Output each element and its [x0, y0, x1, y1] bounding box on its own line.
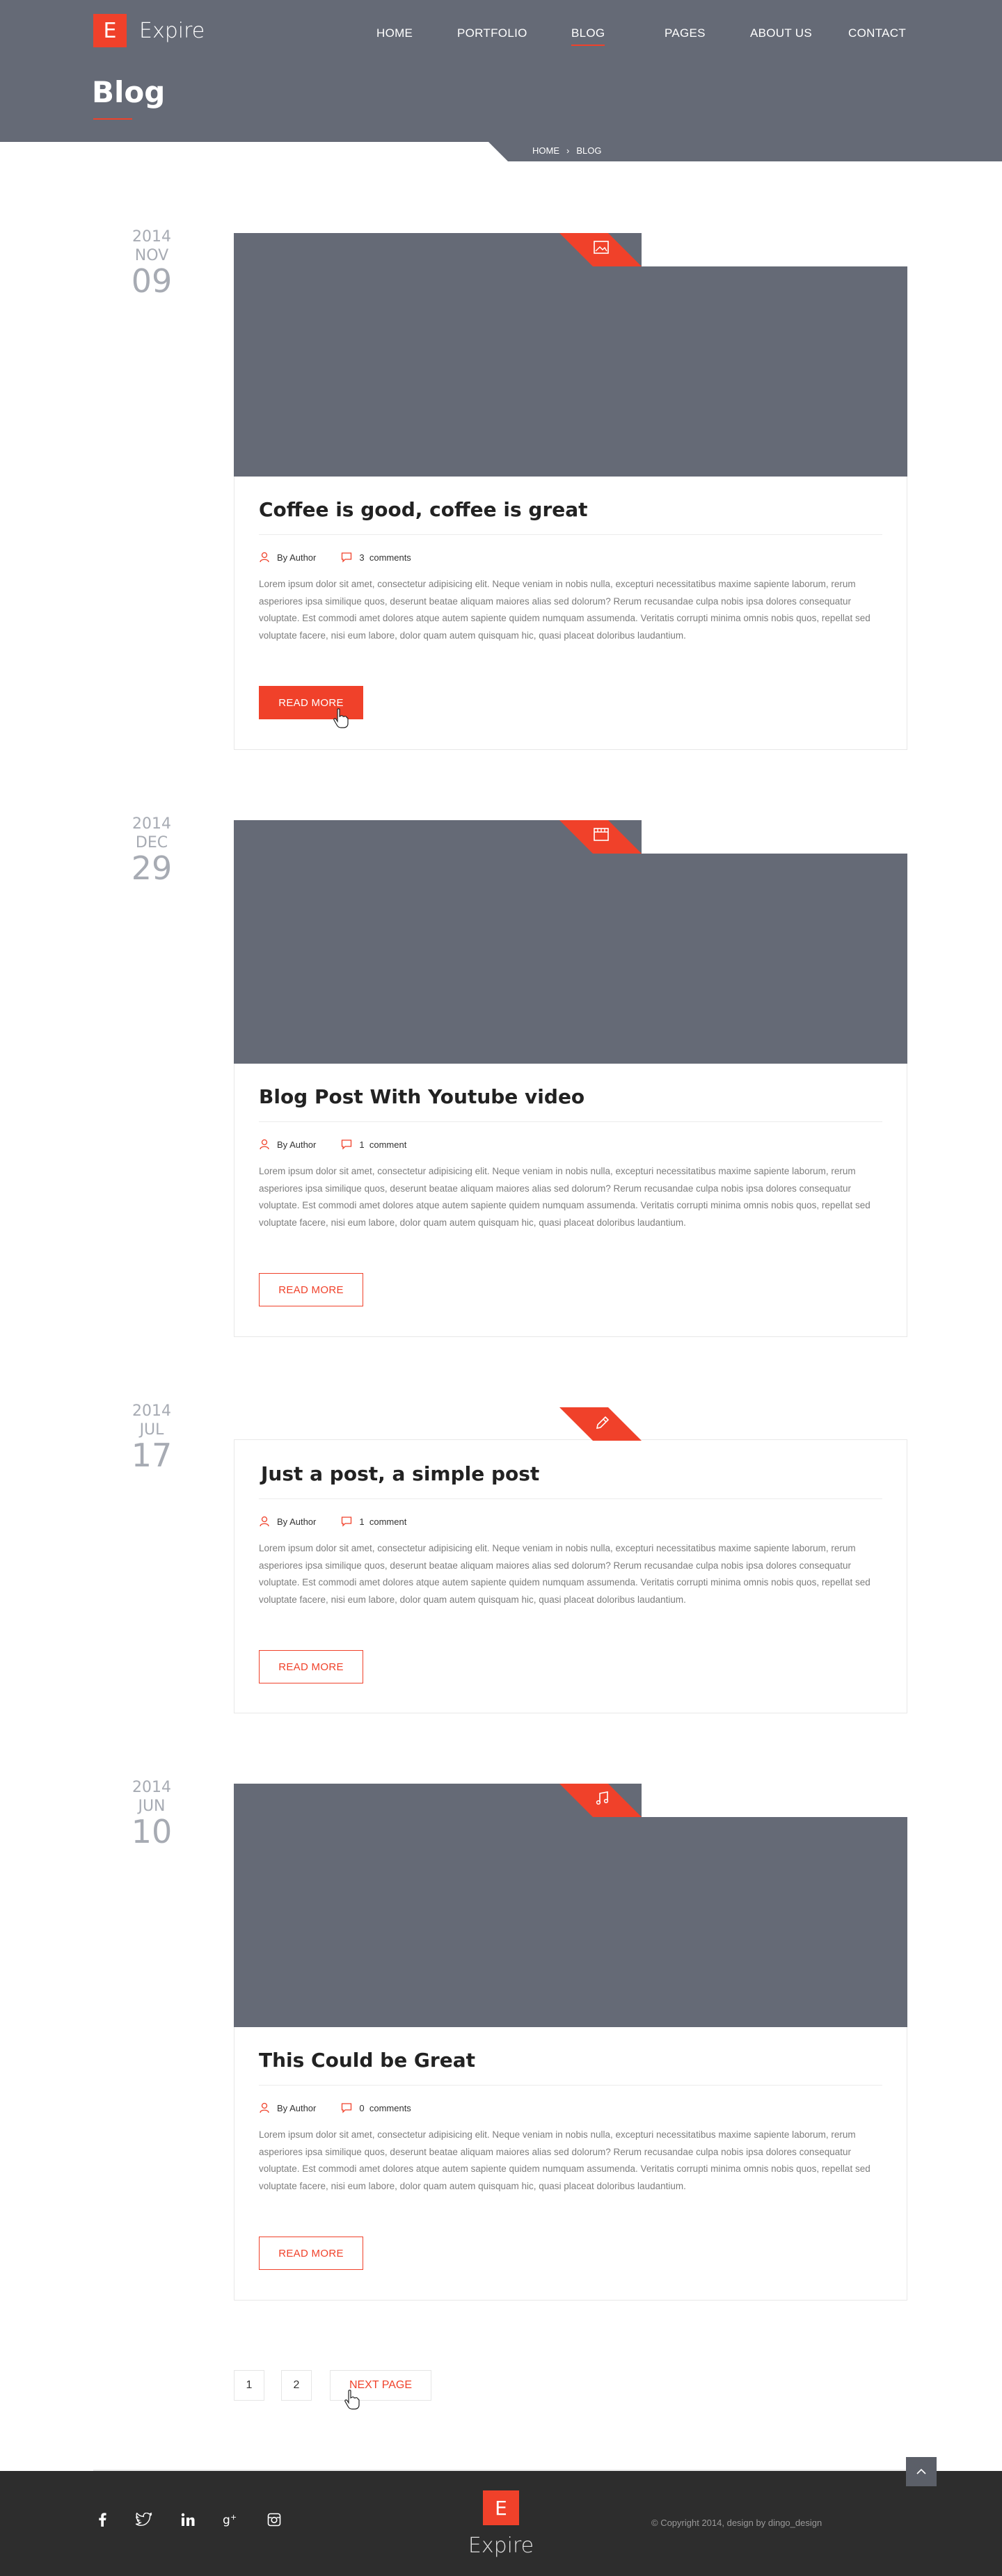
post-date: 2014 DEC 29 — [97, 815, 206, 885]
post-meta: By Author 3 comments — [259, 552, 411, 563]
footer-logo-mark[interactable]: E — [483, 2490, 519, 2525]
title-divider — [259, 534, 882, 535]
comment-label[interactable]: comments — [369, 2103, 411, 2113]
google-plus-icon[interactable]: g + — [221, 2510, 241, 2529]
comment-label[interactable]: comment — [369, 1517, 406, 1527]
post-year: 2014 — [132, 1779, 171, 1796]
nav-pages[interactable]: PAGES — [665, 26, 706, 40]
chevron-up-icon — [916, 2468, 926, 2474]
chevron-right-icon: › — [566, 145, 570, 156]
page-title: Blog — [92, 75, 166, 109]
page-1-button[interactable]: 1 — [234, 2370, 264, 2401]
media-cutout — [642, 820, 907, 854]
post-meta: By Author 0 comments — [259, 2102, 411, 2113]
post-day: 17 — [131, 1437, 173, 1474]
post-audio[interactable] — [234, 1784, 907, 2027]
post-day: 09 — [131, 262, 173, 300]
post-excerpt: Lorem ipsum dolor sit amet, consectetur … — [259, 2129, 870, 2191]
format-tab — [559, 1784, 642, 1817]
post-meta: By Author 1 comment — [259, 1139, 406, 1150]
title-divider — [259, 2085, 882, 2086]
post-year: 2014 — [132, 1402, 171, 1420]
comment-icon — [342, 1517, 352, 1527]
nav-contact[interactable]: CONTACT — [848, 26, 906, 40]
post-year: 2014 — [132, 815, 171, 833]
post-title[interactable]: This Could be Great — [259, 2049, 475, 2072]
svg-text:g: g — [223, 2513, 230, 2527]
nav-blog[interactable]: BLOG — [571, 26, 605, 46]
comment-label[interactable]: comment — [369, 1139, 406, 1150]
read-more-button[interactable]: READ MORE — [259, 1273, 363, 1306]
twitter-icon[interactable] — [134, 2510, 154, 2529]
post-video[interactable] — [234, 820, 907, 1064]
breadcrumb-notch — [488, 142, 508, 161]
media-cutout — [642, 1784, 907, 1817]
post-year: 2014 — [132, 228, 171, 246]
nav-portfolio[interactable]: PORTFOLIO — [457, 26, 527, 40]
main-nav: HOME PORTFOLIO BLOG PAGES ABOUT US CONTA… — [0, 26, 1002, 47]
title-divider — [259, 1121, 882, 1122]
post-title[interactable]: Coffee is good, coffee is great — [259, 498, 588, 521]
linkedin-icon[interactable] — [178, 2510, 198, 2529]
post-excerpt: Lorem ipsum dolor sit amet, consectetur … — [259, 1166, 870, 1228]
page-2-button[interactable]: 2 — [281, 2370, 312, 2401]
title-divider — [259, 1498, 882, 1499]
user-icon — [260, 2102, 269, 2113]
post-title[interactable]: Blog Post With Youtube video — [259, 1085, 584, 1108]
post-author[interactable]: By Author — [277, 2103, 316, 2113]
svg-text:+: + — [230, 2513, 237, 2522]
breadcrumb-home[interactable]: HOME — [532, 145, 559, 156]
post-author[interactable]: By Author — [277, 1139, 316, 1150]
nav-about-us[interactable]: ABOUT US — [750, 26, 812, 40]
read-more-button[interactable]: READ MORE — [259, 2237, 363, 2270]
nav-home[interactable]: HOME — [376, 26, 413, 40]
post-author[interactable]: By Author — [277, 1517, 316, 1527]
format-tab — [559, 233, 642, 266]
comment-icon — [342, 552, 352, 563]
comment-icon — [342, 2103, 352, 2113]
read-more-button[interactable]: READ MORE — [259, 1650, 363, 1683]
post-author[interactable]: By Author — [277, 552, 316, 563]
title-underline — [93, 118, 132, 120]
comment-count[interactable]: 1 — [359, 1139, 364, 1150]
user-icon — [260, 552, 269, 563]
user-icon — [260, 1139, 269, 1150]
comment-count[interactable]: 3 — [359, 552, 364, 563]
breadcrumb: HOME › BLOG — [532, 145, 601, 156]
hand-cursor-icon — [333, 708, 349, 728]
post-image[interactable] — [234, 233, 907, 477]
format-tab — [559, 820, 642, 854]
footer-divider — [93, 2470, 909, 2471]
comment-icon — [342, 1139, 352, 1150]
post-date: 2014 JUL 17 — [97, 1402, 206, 1472]
footer-logo-text: Expire — [468, 2534, 534, 2558]
post-day: 10 — [131, 1813, 173, 1850]
breadcrumb-current: BLOG — [576, 145, 602, 156]
back-to-top-button[interactable] — [906, 2457, 937, 2486]
post-excerpt: Lorem ipsum dolor sit amet, consectetur … — [259, 1543, 870, 1605]
facebook-icon[interactable] — [93, 2510, 112, 2529]
comment-count[interactable]: 0 — [359, 2103, 364, 2113]
format-tab — [559, 1407, 642, 1441]
post-meta: By Author 1 comment — [259, 1516, 406, 1527]
user-icon — [260, 1516, 269, 1527]
post-date: 2014 NOV 09 — [97, 228, 206, 298]
copyright-text: © Copyright 2014, design by dingo_design — [651, 2518, 822, 2528]
hand-cursor-icon — [344, 2390, 360, 2410]
post-excerpt: Lorem ipsum dolor sit amet, consectetur … — [259, 579, 870, 641]
post-date: 2014 JUN 10 — [97, 1779, 206, 1848]
comment-count[interactable]: 1 — [359, 1517, 364, 1527]
post-title[interactable]: Just a post, a simple post — [261, 1462, 539, 1485]
post-day: 29 — [131, 849, 173, 887]
media-cutout — [642, 233, 907, 266]
comment-label[interactable]: comments — [369, 552, 411, 563]
instagram-icon[interactable] — [264, 2510, 284, 2529]
